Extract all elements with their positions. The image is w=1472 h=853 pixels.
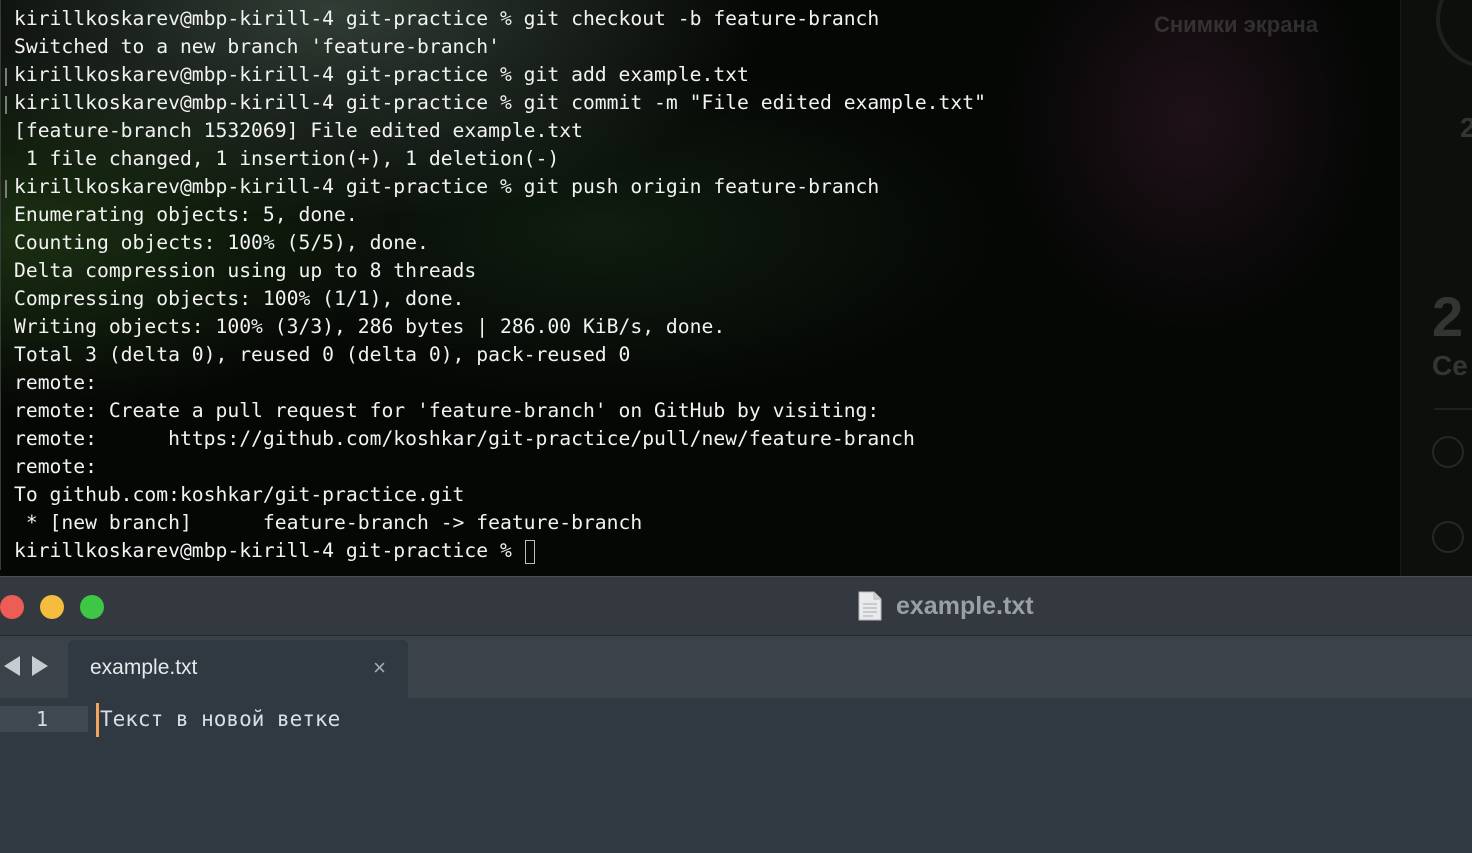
terminal-output: kirillkoskarev@mbp-kirill-4 git-practice… (14, 5, 986, 565)
terminal-prompt: kirillkoskarev@mbp-kirill-4 git-practice… (14, 539, 524, 562)
terminal-line: remote: (14, 371, 97, 394)
terminal-line: [feature-branch 1532069] File edited exa… (14, 119, 583, 142)
widget-checkbox[interactable] (1432, 521, 1464, 553)
editor-window: example.txt example.txt × 1 Текст в ново… (0, 576, 1472, 853)
terminal-line: Total 3 (delta 0), reused 0 (delta 0), p… (14, 343, 631, 366)
widget-peek-label: Се (1432, 350, 1468, 381)
line-number: 1 (35, 707, 48, 731)
terminal-line: Switched to a new branch 'feature-branch… (14, 35, 500, 58)
terminal-line: remote: (14, 455, 97, 478)
terminal-line: Counting objects: 100% (5/5), done. (14, 231, 429, 254)
terminal-prompt-line[interactable]: kirillkoskarev@mbp-kirill-4 git-practice… (14, 537, 986, 565)
zoom-window-button[interactable] (80, 595, 104, 619)
close-window-button[interactable] (0, 595, 24, 619)
text-caret (96, 703, 99, 737)
back-arrow-icon[interactable] (4, 656, 20, 676)
code-line[interactable]: Текст в новой ветке (100, 704, 340, 734)
terminal-line: remote: Create a pull request for 'featu… (14, 399, 880, 422)
terminal-line: kirillkoskarev@mbp-kirill-4 git-practice… (14, 91, 986, 114)
terminal-line: Writing objects: 100% (3/3), 286 bytes |… (14, 315, 726, 338)
terminal-line-marker (5, 96, 7, 114)
window-title: example.txt (896, 591, 1034, 620)
terminal-line: * [new branch] feature-branch -> feature… (14, 511, 643, 534)
terminal-line: Enumerating objects: 5, done. (14, 203, 358, 226)
terminal-line-marker (5, 180, 7, 198)
widget-big-number: 2 (1432, 285, 1464, 348)
terminal-line: kirillkoskarev@mbp-kirill-4 git-practice… (14, 63, 749, 86)
screenshots-widget-label: Снимки экрана (1154, 12, 1318, 37)
document-icon (858, 591, 882, 621)
window-title-group: example.txt (858, 589, 1034, 623)
text-editor-area[interactable]: 1 Текст в новой ветке (0, 698, 1472, 853)
terminal-window[interactable]: kirillkoskarev@mbp-kirill-4 git-practice… (0, 0, 1472, 578)
widget-divider (1434, 408, 1472, 410)
tab-bar: example.txt × (0, 636, 1472, 698)
terminal-line: kirillkoskarev@mbp-kirill-4 git-practice… (14, 175, 880, 198)
terminal-line: Delta compression using up to 8 threads (14, 259, 477, 282)
widget-peek-number: 2 (1460, 112, 1472, 143)
terminal-line: 1 file changed, 1 insertion(+), 1 deleti… (14, 147, 560, 170)
terminal-cursor (524, 539, 535, 564)
terminal-line-marker (5, 68, 7, 86)
terminal-line: kirillkoskarev@mbp-kirill-4 git-practice… (14, 7, 880, 30)
widget-checkbox[interactable] (1432, 436, 1464, 468)
window-titlebar[interactable]: example.txt (0, 577, 1472, 636)
tab-example-txt[interactable]: example.txt × (68, 640, 408, 698)
terminal-line: remote: https://github.com/koshkar/git-p… (14, 427, 915, 450)
terminal-line: To github.com:koshkar/git-practice.git (14, 483, 465, 506)
forward-arrow-icon[interactable] (32, 656, 48, 676)
minimize-window-button[interactable] (40, 595, 64, 619)
close-tab-icon[interactable]: × (373, 654, 386, 682)
tab-label: example.txt (90, 656, 198, 679)
terminal-line: Compressing objects: 100% (1/1), done. (14, 287, 465, 310)
